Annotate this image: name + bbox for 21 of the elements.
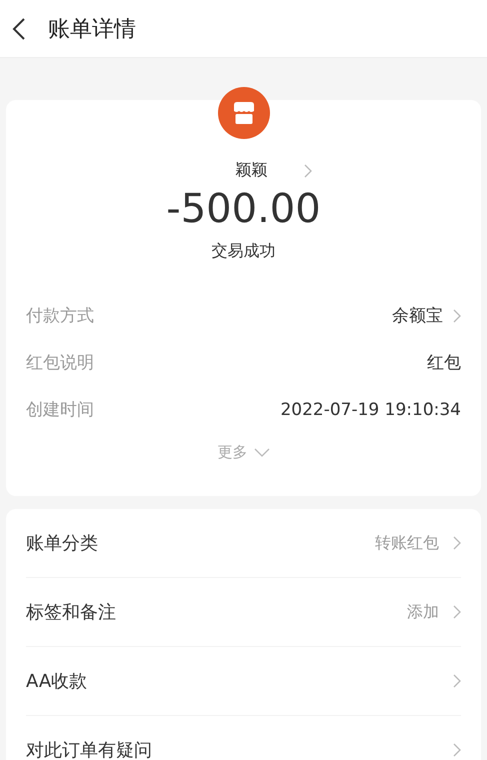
chevron-icon <box>453 536 461 550</box>
chevron-icon <box>453 605 461 619</box>
payee-link[interactable]: 颖颖 <box>236 160 312 181</box>
chevron-icon <box>453 674 461 688</box>
detail-value[interactable]: 余额宝 <box>392 304 443 327</box>
page-title: 账单详情 <box>48 16 136 44</box>
detail-label: 付款方式 <box>26 305 95 327</box>
amount-text: -500.00 <box>166 185 321 233</box>
detail-value: 红包 <box>427 352 461 374</box>
list-item[interactable]: 对此订单有疑问 <box>26 716 461 760</box>
detail-value: 2022-07-19 19:10:34 <box>280 400 461 420</box>
chevron-down-icon <box>254 448 270 457</box>
detail-label: 创建时间 <box>26 399 95 421</box>
chevron-icon <box>304 164 312 178</box>
status-text: 交易成功 <box>212 241 276 262</box>
list-item[interactable]: AA收款 <box>26 647 461 716</box>
list-item[interactable]: 账单分类 转账红包 <box>26 509 461 578</box>
back-icon[interactable] <box>12 16 26 40</box>
chevron-icon <box>453 743 461 757</box>
detail-label: 红包说明 <box>26 352 95 374</box>
list-item[interactable]: 标签和备注 添加 <box>26 578 461 647</box>
